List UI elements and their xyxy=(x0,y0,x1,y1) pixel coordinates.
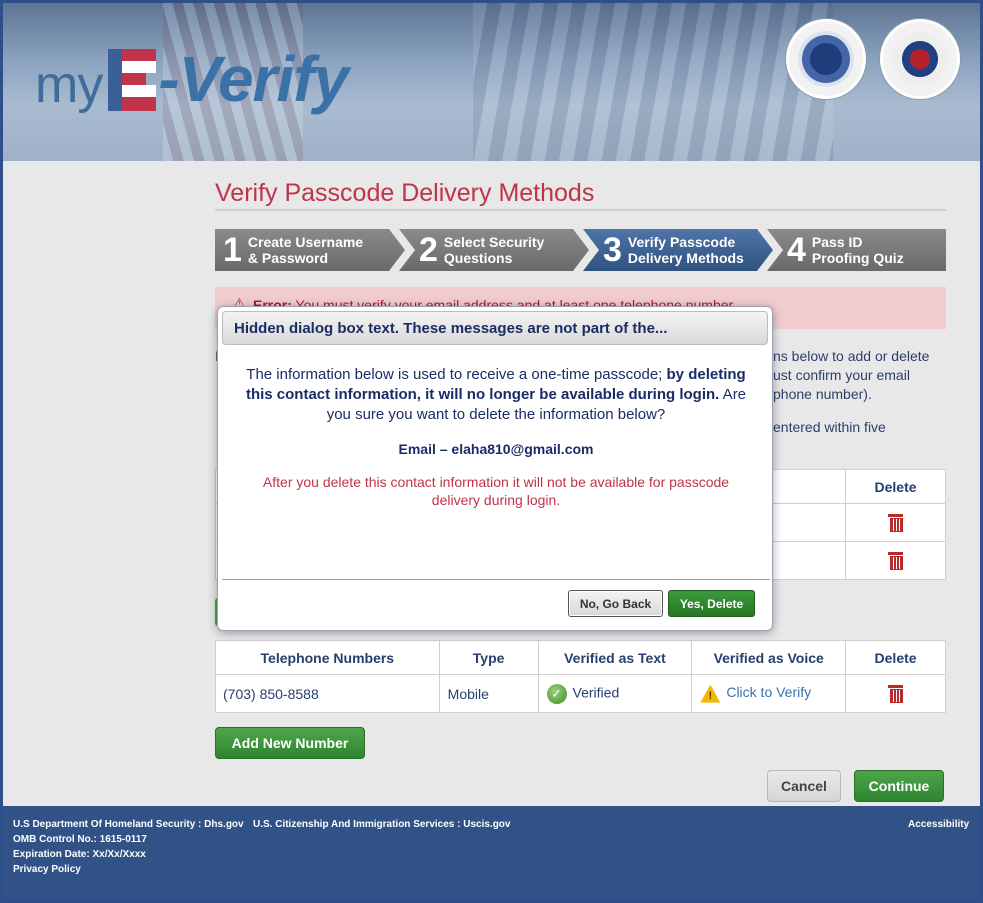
footer-expiration: Expiration Date: Xx/Xx/Xxxx xyxy=(13,849,146,860)
logo-e-flag-icon xyxy=(108,49,157,111)
step-progress-bar: 1 Create Username & Password 2 Select Sec… xyxy=(215,229,946,271)
instructions-fragment-1: ns below to add or delete xyxy=(773,348,930,364)
footer-uscis-link[interactable]: U.S. Citizenship And Immigration Service… xyxy=(253,819,510,830)
footer: U.S Department Of Homeland Security : Dh… xyxy=(3,806,980,900)
instructions-fragment-3: phone number). xyxy=(773,386,872,402)
step-1: 1 Create Username & Password xyxy=(215,229,405,271)
dialog-title: Hidden dialog box text. These messages a… xyxy=(222,311,768,345)
yes-delete-button[interactable]: Yes, Delete xyxy=(668,590,755,617)
cancel-button[interactable]: Cancel xyxy=(767,770,841,802)
phone-table: Telephone Numbers Type Verified as Text … xyxy=(215,640,946,713)
step-2-label-line2: Questions xyxy=(443,250,513,266)
phone-header-number: Telephone Numbers xyxy=(215,640,440,675)
step-1-number: 1 xyxy=(223,231,242,269)
step-4-number: 4 xyxy=(787,231,806,269)
logo-verify-text: -Verify xyxy=(158,43,349,115)
trash-icon[interactable] xyxy=(888,550,904,570)
footer-accessibility-link[interactable]: Accessibility xyxy=(908,819,969,830)
step-1-label-line2: & Password xyxy=(247,250,329,266)
phone-delete-cell[interactable] xyxy=(845,674,946,713)
step-4-label-line2: Proofing Quiz xyxy=(811,250,904,266)
phone-number: (703) 850-8588 xyxy=(215,674,440,713)
phone-header-text: Verified as Text xyxy=(537,640,693,675)
click-to-verify-link[interactable]: Click to Verify xyxy=(726,684,811,700)
phone-voice-status: ! Click to Verify xyxy=(691,674,847,713)
step-2-label-line1: Select Security xyxy=(443,234,545,250)
email-row-1-delete[interactable] xyxy=(845,503,946,542)
logo-my-text: my xyxy=(35,56,103,114)
title-divider xyxy=(215,209,946,211)
phone-text-status: ✓ Verified xyxy=(537,674,693,713)
trash-icon[interactable] xyxy=(888,512,904,532)
instructions-fragment-2: ust confirm your email xyxy=(773,367,910,383)
dialog-body: The information below is used to receive… xyxy=(238,365,754,509)
warning-triangle-icon: ! xyxy=(700,684,721,703)
ssa-seal-icon xyxy=(880,19,960,99)
email-delete-header: Delete xyxy=(845,469,946,504)
dialog-warning: After you delete this contact informatio… xyxy=(262,474,730,508)
phone-text-status-label: Verified xyxy=(572,684,620,701)
step-3: 3 Verify Passcode Delivery Methods xyxy=(583,229,773,271)
trash-icon[interactable] xyxy=(888,683,904,703)
step-3-label-line1: Verify Passcode xyxy=(627,234,736,250)
delete-confirmation-dialog: Hidden dialog box text. These messages a… xyxy=(217,306,773,631)
header-banner: my -Verify xyxy=(3,3,980,161)
window-frame: my -Verify Verify Passcode Delivery Meth… xyxy=(0,0,983,903)
dialog-message-part1: The information below is used to receive… xyxy=(246,366,667,383)
add-new-number-button[interactable]: Add New Number xyxy=(215,727,365,759)
table-row: (703) 850-8588 Mobile ✓ Verified ! Click t… xyxy=(215,674,946,713)
dialog-email-line: Email – elaha810@gmail.com xyxy=(398,441,594,457)
no-go-back-button[interactable]: No, Go Back xyxy=(568,590,663,617)
check-circle-icon: ✓ xyxy=(546,683,567,704)
my-e-verify-logo[interactable]: my -Verify xyxy=(35,41,349,115)
footer-privacy-link[interactable]: Privacy Policy xyxy=(13,864,81,875)
step-2-number: 2 xyxy=(419,231,438,269)
instructions-fragment-4: entered within five xyxy=(773,419,886,435)
step-3-number: 3 xyxy=(603,231,622,269)
footer-omb: OMB Control No.: 1615-0117 xyxy=(13,834,147,845)
step-1-label-line1: Create Username xyxy=(247,234,364,250)
step-4-label-line1: Pass ID xyxy=(811,234,863,250)
step-3-label-line2: Delivery Methods xyxy=(627,250,744,266)
page-title: Verify Passcode Delivery Methods xyxy=(215,179,595,207)
flag-graphic-right xyxy=(473,3,833,161)
phone-type: Mobile xyxy=(438,674,539,713)
phone-header-voice: Verified as Voice xyxy=(691,640,847,675)
phone-header-delete: Delete xyxy=(845,640,946,675)
footer-dhs-link[interactable]: U.S Department Of Homeland Security : Dh… xyxy=(13,819,244,830)
dhs-seal-icon xyxy=(786,19,866,99)
dialog-divider xyxy=(222,579,770,580)
step-4: 4 Pass ID Proofing Quiz xyxy=(767,229,946,271)
continue-button[interactable]: Continue xyxy=(854,770,944,802)
email-row-2-delete[interactable] xyxy=(845,541,946,580)
phone-header-type: Type xyxy=(438,640,539,675)
dialog-message: The information below is used to receive… xyxy=(238,365,754,425)
step-2: 2 Select Security Questions xyxy=(399,229,589,271)
